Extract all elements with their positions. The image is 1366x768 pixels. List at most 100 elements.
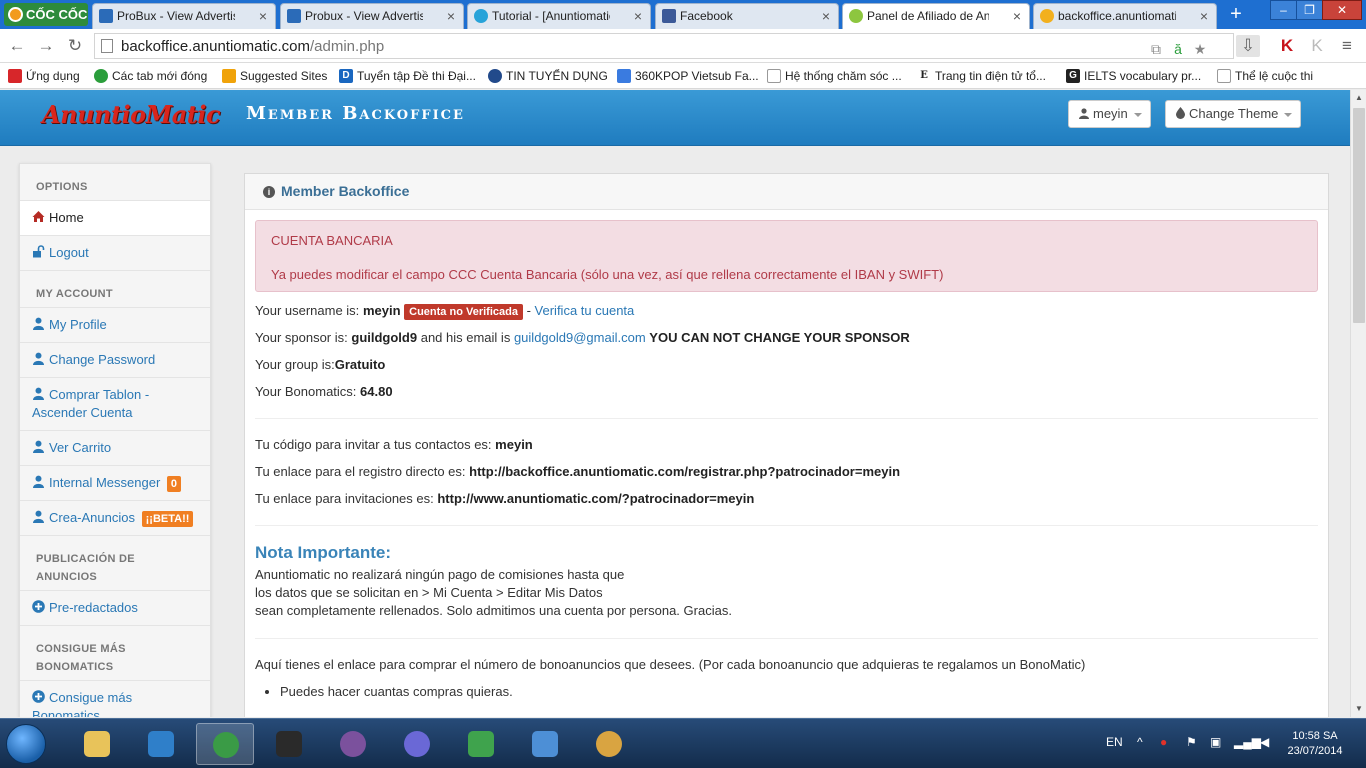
- taskbar-bittorrent[interactable]: [388, 723, 446, 765]
- tab-close-icon[interactable]: ×: [259, 4, 267, 28]
- tab-facebook[interactable]: Facebook ×: [655, 3, 839, 29]
- app-tray-icon[interactable]: ●: [1160, 735, 1167, 749]
- tab-panel-afiliado[interactable]: Panel de Afiliado de Anun ×: [842, 3, 1030, 29]
- browser-menu-button[interactable]: CỐC CỐC: [4, 3, 88, 26]
- network-icon[interactable]: ▂▄▆: [1234, 735, 1261, 749]
- address-bar[interactable]: backoffice.anuntiomatic.com/admin.php ⧉ …: [94, 33, 1234, 59]
- nota-line: los datos que se solicitan en > Mi Cuent…: [255, 585, 603, 600]
- tab-probux-1[interactable]: ProBux - View Advertisem ×: [92, 3, 276, 29]
- tab-close-icon[interactable]: ×: [1200, 4, 1208, 28]
- bookmark-suggested-sites[interactable]: Suggested Sites: [222, 67, 327, 85]
- beta-badge: ¡¡BETA!!: [141, 511, 194, 527]
- tab-close-icon[interactable]: ×: [447, 4, 455, 28]
- bonomatics-value: 64.80: [360, 384, 393, 399]
- restore-button[interactable]: ❐: [1296, 0, 1323, 20]
- page-scrollbar[interactable]: ▲ ▼: [1350, 90, 1366, 717]
- taskbar-download-manager[interactable]: [452, 723, 510, 765]
- sidebar-item-ver-carrito[interactable]: Ver Carrito: [20, 431, 210, 466]
- sidebar-item-comprar-tablon[interactable]: Comprar Tablon - Ascender Cuenta: [20, 378, 210, 431]
- unverified-badge: Cuenta no Verificada: [404, 304, 523, 320]
- device-icon[interactable]: ▣: [1210, 735, 1221, 749]
- bookmark-recent-tabs[interactable]: Các tab mới đóng: [94, 67, 207, 85]
- sidebar-item-home[interactable]: Home: [20, 201, 210, 236]
- bookmark-ielts[interactable]: G IELTS vocabulary pr...: [1066, 67, 1201, 85]
- taskbar-media-player[interactable]: [132, 723, 190, 765]
- scroll-up-arrow-icon[interactable]: ▲: [1351, 90, 1366, 106]
- bookmark-360kpop[interactable]: 360KPOP Vietsub Fa...: [617, 67, 759, 85]
- volume-icon[interactable]: ◀: [1260, 735, 1269, 749]
- tab-close-icon[interactable]: ×: [822, 4, 830, 28]
- download-icon[interactable]: ⇩: [1236, 35, 1260, 57]
- nota-line: Anuntiomatic no realizará ningún pago de…: [255, 567, 625, 582]
- suggested-sites-icon: [222, 69, 236, 83]
- direct-link-value[interactable]: http://backoffice.anuntiomatic.com/regis…: [469, 464, 900, 479]
- taskbar-paint[interactable]: [580, 723, 638, 765]
- taskbar-coccoc-browser[interactable]: [196, 723, 254, 765]
- username-line: Your username is: meyin Cuenta no Verifi…: [255, 303, 635, 320]
- facebook-favicon-icon: [662, 9, 676, 23]
- user-menu-button[interactable]: meyin: [1068, 100, 1151, 128]
- site-d-icon: D: [339, 69, 353, 83]
- font-icon[interactable]: ă: [1169, 40, 1187, 58]
- start-button[interactable]: [6, 724, 46, 764]
- minimize-button[interactable]: –: [1270, 0, 1297, 20]
- account-info: Your username is: meyin Cuenta no Verifi…: [255, 302, 1318, 710]
- tab-close-icon[interactable]: ×: [634, 4, 642, 28]
- system-clock[interactable]: 10:58 SA 23/07/2014: [1280, 729, 1350, 759]
- page-icon: [767, 69, 781, 83]
- bookmark-tin-tuyen-dung[interactable]: TIN TUYỂN DỤNG: [488, 67, 608, 85]
- bookmark-apps[interactable]: Ứng dụng: [8, 67, 80, 85]
- brand-logo[interactable]: AnuntioMatic: [42, 100, 221, 129]
- reload-button[interactable]: ↻: [64, 35, 86, 57]
- sponsor-line: Your sponsor is: guildgold9 and his emai…: [255, 330, 910, 345]
- flag-icon[interactable]: ⚑: [1186, 735, 1197, 749]
- sponsor-value: guildgold9: [351, 330, 418, 345]
- language-indicator[interactable]: EN: [1106, 735, 1123, 749]
- star-icon[interactable]: ★: [1191, 40, 1209, 58]
- taskbar-camera[interactable]: [260, 723, 318, 765]
- back-button[interactable]: ←: [6, 35, 28, 57]
- invite-link-value[interactable]: http://www.anuntiomatic.com/?patrocinado…: [437, 491, 754, 506]
- tab-probux-2[interactable]: Probux - View Advertisem ×: [280, 3, 464, 29]
- browser-logo-text: CỐC CỐC: [26, 7, 88, 22]
- taskbar-control-panel[interactable]: [516, 723, 574, 765]
- tab-backoffice[interactable]: backoffice.anuntiomatic.c ×: [1033, 3, 1217, 29]
- change-theme-button[interactable]: Change Theme: [1165, 100, 1302, 128]
- menu-icon[interactable]: ≡: [1336, 35, 1358, 57]
- new-tab-button[interactable]: +: [1224, 4, 1248, 26]
- bookmark-the-le[interactable]: Thể lệ cuộc thi: [1217, 67, 1313, 85]
- close-window-button[interactable]: ✕: [1322, 0, 1362, 20]
- sponsor-email-link[interactable]: guildgold9@gmail.com: [514, 330, 646, 345]
- sidebar-item-pre-redactados[interactable]: Pre-redactados: [20, 591, 210, 626]
- buy-bullet: Puedes hacer cuantas compras quieras.: [280, 683, 1318, 710]
- sidebar-item-change-password[interactable]: Change Password: [20, 343, 210, 378]
- bookmark-he-thong[interactable]: Hệ thống chăm sóc ...: [767, 67, 902, 85]
- sidebar-item-internal-messenger[interactable]: Internal Messenger 0: [20, 466, 210, 501]
- bookmarks-bar: Ứng dụng Các tab mới đóng Suggested Site…: [0, 63, 1366, 89]
- scrollbar-thumb[interactable]: [1353, 108, 1365, 323]
- forward-button[interactable]: →: [35, 35, 57, 57]
- translate-icon[interactable]: ⧉: [1147, 40, 1165, 58]
- probux-favicon-icon: [99, 9, 113, 23]
- paint-icon: [596, 731, 622, 757]
- sidebar-item-crea-anuncios[interactable]: Crea-Anuncios ¡¡BETA!!: [20, 501, 210, 536]
- verify-account-link[interactable]: Verifica tu cuenta: [535, 303, 635, 318]
- alert-message: Ya puedes modificar el campo CCC Cuenta …: [271, 267, 944, 282]
- sidebar-item-logout[interactable]: Logout: [20, 236, 210, 271]
- taskbar-explorer[interactable]: [68, 723, 126, 765]
- username-value: meyin: [362, 303, 401, 318]
- scroll-down-arrow-icon[interactable]: ▼: [1351, 701, 1366, 717]
- extension-icon[interactable]: K: [1306, 35, 1328, 57]
- kaspersky-icon[interactable]: K: [1276, 35, 1298, 57]
- taskbar-viber[interactable]: [324, 723, 382, 765]
- divider: [255, 638, 1318, 639]
- sidebar-item-my-profile[interactable]: My Profile: [20, 308, 210, 343]
- probux-favicon-icon: [287, 9, 301, 23]
- show-hidden-icons-icon[interactable]: ^: [1137, 735, 1143, 749]
- tab-close-icon[interactable]: ×: [1013, 4, 1021, 28]
- sidebar-item-consigue-bonomatics[interactable]: Consigue más Bonomatics: [20, 681, 210, 717]
- bookmark-trang-tin[interactable]: E Trang tin điện tử tổ...: [917, 67, 1046, 85]
- unlock-icon: [32, 245, 45, 258]
- tab-tutorial[interactable]: Tutorial - [Anuntiomatic.c ×: [467, 3, 651, 29]
- bookmark-tuyen-tap[interactable]: D Tuyển tập Đề thi Đại...: [339, 67, 476, 85]
